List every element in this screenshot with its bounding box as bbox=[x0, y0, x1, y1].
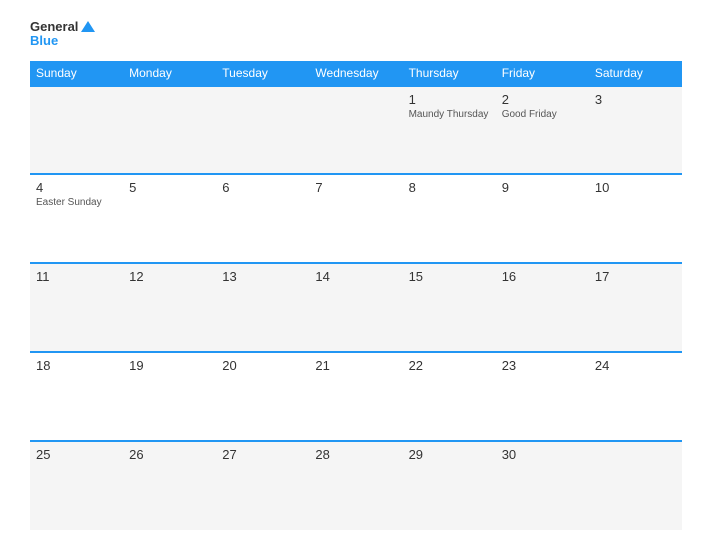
day-number: 18 bbox=[36, 358, 117, 373]
weekday-header-sunday: Sunday bbox=[30, 61, 123, 86]
day-number: 26 bbox=[129, 447, 210, 462]
calendar-cell bbox=[216, 86, 309, 175]
week-row-4: 18 19 20 21 22 23 24 bbox=[30, 352, 682, 441]
calendar-cell: 3 bbox=[589, 86, 682, 175]
calendar-cell: 20 bbox=[216, 352, 309, 441]
calendar-cell: 1 Maundy Thursday bbox=[403, 86, 496, 175]
weekday-header-monday: Monday bbox=[123, 61, 216, 86]
day-number: 30 bbox=[502, 447, 583, 462]
logo-general: General bbox=[30, 20, 95, 34]
calendar-cell: 21 bbox=[309, 352, 402, 441]
week-row-5: 25 26 27 28 29 30 bbox=[30, 441, 682, 530]
calendar-cell: 6 bbox=[216, 174, 309, 263]
day-number: 24 bbox=[595, 358, 676, 373]
calendar-cell: 25 bbox=[30, 441, 123, 530]
calendar-cell: 30 bbox=[496, 441, 589, 530]
day-number: 23 bbox=[502, 358, 583, 373]
weekday-header-thursday: Thursday bbox=[403, 61, 496, 86]
holiday-label: Easter Sunday bbox=[36, 197, 117, 208]
calendar-cell: 28 bbox=[309, 441, 402, 530]
week-row-3: 11 12 13 14 15 16 17 bbox=[30, 263, 682, 352]
calendar-cell: 7 bbox=[309, 174, 402, 263]
calendar-cell: 16 bbox=[496, 263, 589, 352]
day-number: 20 bbox=[222, 358, 303, 373]
holiday-label: Good Friday bbox=[502, 109, 583, 120]
day-number: 11 bbox=[36, 269, 117, 284]
day-number: 19 bbox=[129, 358, 210, 373]
day-number: 12 bbox=[129, 269, 210, 284]
calendar-cell: 18 bbox=[30, 352, 123, 441]
calendar-cell: 12 bbox=[123, 263, 216, 352]
day-number: 14 bbox=[315, 269, 396, 284]
logo-triangle-icon bbox=[81, 21, 95, 32]
calendar-cell: 26 bbox=[123, 441, 216, 530]
header: General Blue bbox=[30, 20, 682, 49]
day-number: 13 bbox=[222, 269, 303, 284]
day-number: 9 bbox=[502, 180, 583, 195]
calendar-cell: 8 bbox=[403, 174, 496, 263]
day-number: 5 bbox=[129, 180, 210, 195]
logo: General Blue bbox=[30, 20, 95, 49]
day-number: 28 bbox=[315, 447, 396, 462]
calendar-cell: 11 bbox=[30, 263, 123, 352]
calendar-cell: 27 bbox=[216, 441, 309, 530]
day-number: 15 bbox=[409, 269, 490, 284]
day-number: 22 bbox=[409, 358, 490, 373]
weekday-header-wednesday: Wednesday bbox=[309, 61, 402, 86]
day-number: 17 bbox=[595, 269, 676, 284]
calendar-table: SundayMondayTuesdayWednesdayThursdayFrid… bbox=[30, 61, 682, 530]
calendar-cell bbox=[123, 86, 216, 175]
calendar-cell: 15 bbox=[403, 263, 496, 352]
calendar-cell: 29 bbox=[403, 441, 496, 530]
day-number: 21 bbox=[315, 358, 396, 373]
week-row-1: 1 Maundy Thursday 2 Good Friday 3 bbox=[30, 86, 682, 175]
calendar-cell: 9 bbox=[496, 174, 589, 263]
calendar-cell: 4 Easter Sunday bbox=[30, 174, 123, 263]
day-number: 1 bbox=[409, 92, 490, 107]
calendar-cell: 24 bbox=[589, 352, 682, 441]
day-number: 10 bbox=[595, 180, 676, 195]
logo-blue: Blue bbox=[30, 34, 95, 48]
calendar-cell: 22 bbox=[403, 352, 496, 441]
calendar-cell: 5 bbox=[123, 174, 216, 263]
calendar-cell bbox=[309, 86, 402, 175]
calendar-page: General Blue SundayMondayTuesdayWednesda… bbox=[0, 0, 712, 550]
calendar-cell: 23 bbox=[496, 352, 589, 441]
weekday-header-friday: Friday bbox=[496, 61, 589, 86]
day-number: 29 bbox=[409, 447, 490, 462]
calendar-cell: 19 bbox=[123, 352, 216, 441]
day-number: 6 bbox=[222, 180, 303, 195]
calendar-cell: 2 Good Friday bbox=[496, 86, 589, 175]
day-number: 2 bbox=[502, 92, 583, 107]
calendar-cell: 14 bbox=[309, 263, 402, 352]
week-row-2: 4 Easter Sunday 56789 10 bbox=[30, 174, 682, 263]
day-number: 8 bbox=[409, 180, 490, 195]
day-number: 27 bbox=[222, 447, 303, 462]
weekday-header-row: SundayMondayTuesdayWednesdayThursdayFrid… bbox=[30, 61, 682, 86]
day-number: 16 bbox=[502, 269, 583, 284]
day-number: 3 bbox=[595, 92, 676, 107]
weekday-header-saturday: Saturday bbox=[589, 61, 682, 86]
day-number: 4 bbox=[36, 180, 117, 195]
calendar-cell: 17 bbox=[589, 263, 682, 352]
calendar-cell: 10 bbox=[589, 174, 682, 263]
holiday-label: Maundy Thursday bbox=[409, 109, 490, 120]
calendar-cell bbox=[589, 441, 682, 530]
calendar-cell bbox=[30, 86, 123, 175]
day-number: 7 bbox=[315, 180, 396, 195]
calendar-cell: 13 bbox=[216, 263, 309, 352]
weekday-header-tuesday: Tuesday bbox=[216, 61, 309, 86]
day-number: 25 bbox=[36, 447, 117, 462]
